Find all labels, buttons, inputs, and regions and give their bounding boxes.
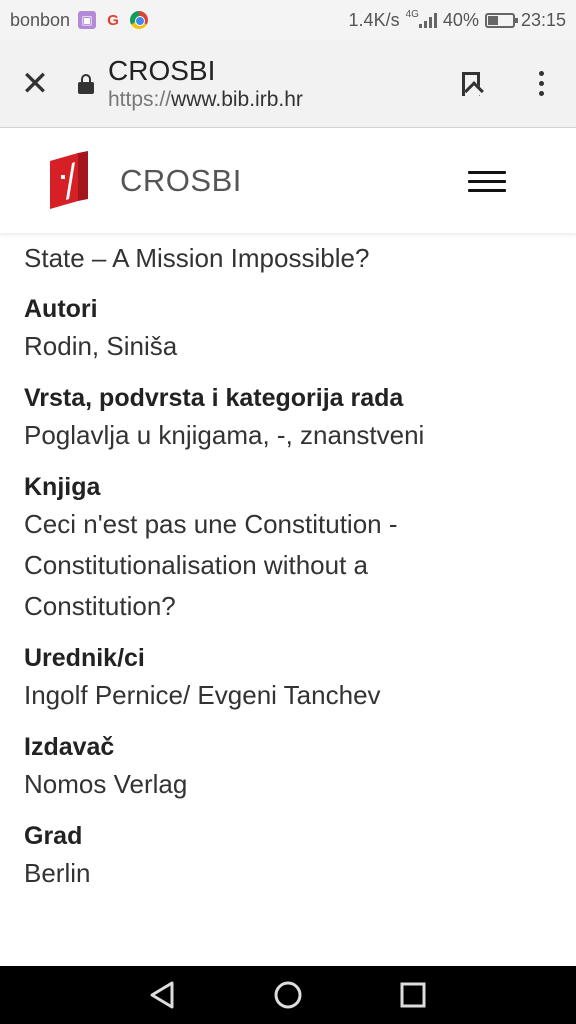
recents-icon xyxy=(400,982,426,1008)
status-left: bonbon ▣ G xyxy=(10,9,149,31)
recents-button[interactable] xyxy=(393,975,433,1015)
bookmark-button[interactable] xyxy=(436,40,506,128)
field-city: Grad Berlin xyxy=(24,819,554,894)
bookmark-icon xyxy=(462,71,480,96)
network-speed: 1.4K/s xyxy=(348,9,400,30)
gallery-icon: ▣ xyxy=(78,11,97,29)
network-type: 4G xyxy=(405,8,419,20)
field-label: Knjiga xyxy=(24,473,101,501)
clock: 23:15 xyxy=(520,9,566,30)
field-label: Urednik/ci xyxy=(24,644,145,672)
field-value: Berlin xyxy=(24,858,91,888)
field-label: Autori xyxy=(24,295,98,323)
google-icon: G xyxy=(107,11,119,29)
chrome-icon xyxy=(130,11,149,29)
record-title-tail: State – A Mission Impossible? xyxy=(24,243,370,273)
url-block[interactable]: CROSBI https://www.bib.irb.hr xyxy=(108,55,436,113)
field-value: Ceci n'est pas une Constitution - xyxy=(24,509,398,539)
more-vert-icon xyxy=(538,71,544,96)
site-header: CROSBI xyxy=(0,129,576,233)
status-bar: bonbon ▣ G 1.4K/s 4G 40% 23:15 xyxy=(0,0,576,40)
signal-icon xyxy=(418,12,437,28)
hamburger-menu-button[interactable] xyxy=(468,170,506,192)
field-book: Knjiga Ceci n'est pas une Constitution -… xyxy=(24,470,554,627)
home-button[interactable] xyxy=(268,975,308,1015)
field-value: Ingolf Pernice/ Evgeni Tanchev xyxy=(24,680,381,710)
url-host: www.bib.irb.hr xyxy=(171,87,303,111)
field-editors: Urednik/ci Ingolf Pernice/ Evgeni Tanche… xyxy=(24,641,554,716)
back-icon xyxy=(150,981,174,1009)
url-text: https://www.bib.irb.hr xyxy=(108,87,436,113)
carrier-name: bonbon xyxy=(10,9,71,30)
url-scheme: https:// xyxy=(108,87,172,111)
lock-icon[interactable] xyxy=(78,73,94,94)
system-nav-bar xyxy=(0,966,576,1024)
close-icon: ✕ xyxy=(20,64,50,103)
status-right: 1.4K/s 4G 40% 23:15 xyxy=(348,8,566,31)
back-button[interactable] xyxy=(143,975,183,1015)
battery-icon xyxy=(484,12,518,28)
field-label: Grad xyxy=(24,822,83,850)
battery-percent: 40% xyxy=(442,9,479,30)
field-authors: Autori Rodin, Siniša xyxy=(24,292,554,367)
overflow-menu-button[interactable] xyxy=(506,40,576,128)
crosbi-logo[interactable] xyxy=(48,151,90,211)
page-title: CROSBI xyxy=(108,54,216,86)
site-title[interactable]: CROSBI xyxy=(120,163,242,199)
record-details: State – A Mission Impossible? Autori Rod… xyxy=(24,238,554,894)
field-publisher: Izdavač Nomos Verlag xyxy=(24,730,554,805)
field-value: Nomos Verlag xyxy=(24,769,188,799)
field-value: Constitution? xyxy=(24,591,176,621)
home-icon xyxy=(274,981,302,1009)
field-label: Vrsta, podvrsta i kategorija rada xyxy=(24,384,404,412)
field-value: Rodin, Siniša xyxy=(24,331,178,361)
field-type: Vrsta, podvrsta i kategorija rada Poglav… xyxy=(24,381,554,456)
field-value: Constitutionalisation without a xyxy=(24,550,368,580)
field-value: Poglavlja u knjigama, -, znanstveni xyxy=(24,420,425,450)
browser-toolbar: ✕ CROSBI https://www.bib.irb.hr xyxy=(0,40,576,128)
field-label: Izdavač xyxy=(24,733,115,761)
close-button[interactable]: ✕ xyxy=(0,40,70,128)
